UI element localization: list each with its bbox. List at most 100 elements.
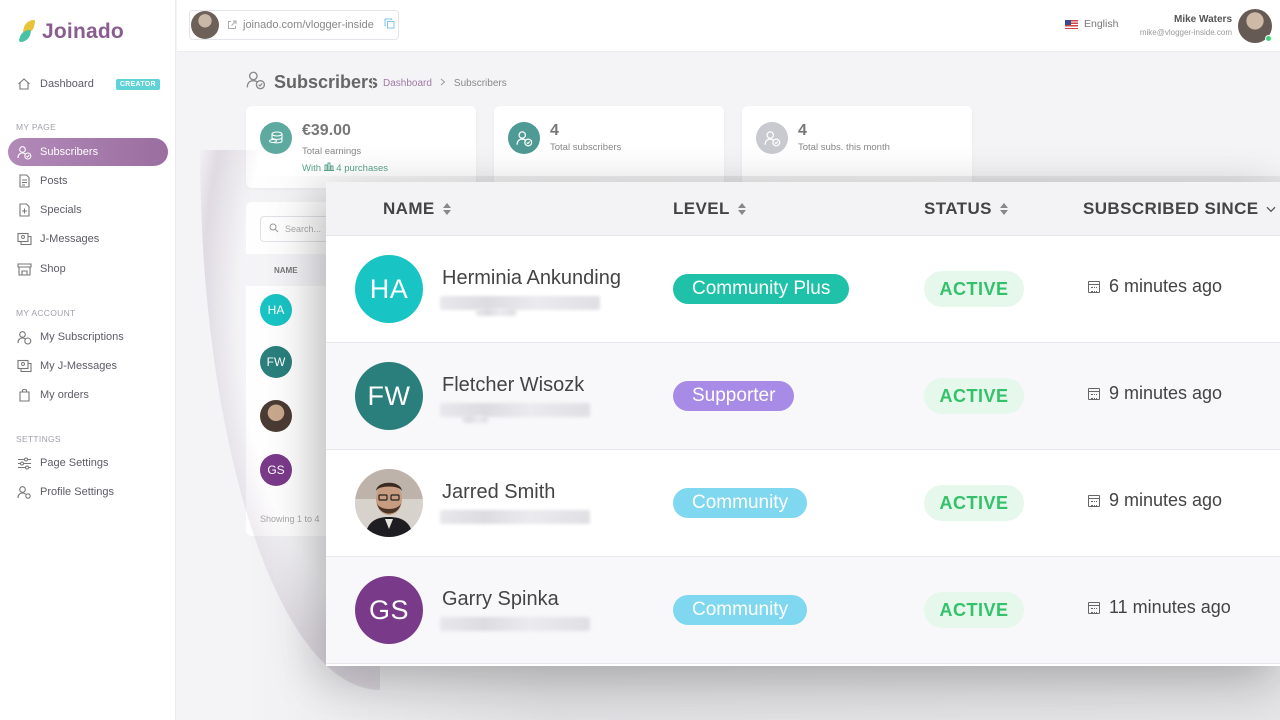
users-icon bbox=[756, 122, 788, 154]
table-row[interactable]: FW Fletcher Wisozk Supporter ACTIVE 9 mi… bbox=[326, 343, 1280, 450]
chevron-right-icon bbox=[440, 78, 446, 89]
avatar-photo bbox=[355, 469, 423, 537]
sidebar-item-label: J-Messages bbox=[40, 233, 100, 245]
breadcrumb-dashboard[interactable]: Dashboard bbox=[383, 78, 432, 89]
column-header-name[interactable]: NAME bbox=[383, 199, 451, 219]
section-my-page: MY PAGE bbox=[16, 122, 57, 132]
sidebar-item-posts[interactable]: Posts bbox=[8, 167, 168, 195]
sidebar-item-label: My orders bbox=[40, 389, 89, 401]
avatar: HA bbox=[260, 294, 292, 326]
status-badge: ACTIVE bbox=[924, 271, 1024, 307]
avatar: HA bbox=[355, 255, 423, 323]
avatar: GS bbox=[355, 576, 423, 644]
sidebar-item-my-subscriptions[interactable]: My Subscriptions bbox=[8, 323, 168, 351]
sort-desc-icon[interactable] bbox=[1266, 204, 1277, 214]
sidebar: Joinado Dashboard CREATOR MY PAGE Subscr… bbox=[0, 0, 176, 720]
sidebar-item-my-j-messages[interactable]: My J-Messages bbox=[8, 352, 168, 380]
sort-icon[interactable] bbox=[442, 203, 451, 215]
blurred-email-fragment bbox=[462, 415, 488, 423]
profile-settings-icon bbox=[16, 484, 32, 500]
subscribed-since: 6 minutes ago bbox=[1088, 276, 1222, 297]
table-row[interactable]: GS Garry Spinka Community ACTIVE 11 minu… bbox=[326, 557, 1280, 664]
shop-icon bbox=[16, 261, 32, 277]
sort-icon[interactable] bbox=[999, 203, 1008, 215]
calendar-icon bbox=[1088, 280, 1100, 293]
subscriber-name: Herminia Ankunding bbox=[442, 267, 621, 289]
sidebar-item-profile-settings[interactable]: Profile Settings bbox=[8, 478, 168, 506]
users-icon bbox=[246, 70, 266, 95]
search-placeholder: Search... bbox=[285, 224, 322, 234]
column-header-status[interactable]: STATUS bbox=[924, 199, 1008, 219]
copy-icon[interactable] bbox=[384, 18, 395, 32]
document-icon bbox=[16, 173, 32, 189]
subscriber-name: Jarred Smith bbox=[442, 481, 556, 503]
sidebar-item-subscribers[interactable]: Subscribers bbox=[8, 138, 168, 166]
stat-sub: With 4 purchases bbox=[302, 162, 388, 174]
subscriptions-icon bbox=[16, 329, 32, 345]
user-name: Mike Waters bbox=[1174, 14, 1232, 25]
sidebar-item-label: Shop bbox=[40, 263, 66, 275]
section-my-account: MY ACCOUNT bbox=[16, 308, 76, 318]
section-settings: SETTINGS bbox=[16, 434, 61, 444]
page-url-box[interactable]: joinado.com/vlogger-inside bbox=[189, 10, 399, 40]
sidebar-item-dashboard[interactable]: Dashboard CREATOR bbox=[8, 70, 168, 98]
breadcrumb: Dashboard Subscribers bbox=[372, 76, 507, 90]
subscribers-table-zoom: NAME LEVEL STATUS SUBSCRIBED SINCE HA He… bbox=[326, 182, 1280, 666]
page-url[interactable]: joinado.com/vlogger-inside bbox=[243, 19, 374, 31]
logo[interactable]: Joinado bbox=[18, 20, 124, 44]
coins-icon bbox=[260, 122, 292, 154]
sort-icon[interactable] bbox=[737, 203, 746, 215]
avatar bbox=[260, 400, 292, 432]
since-text: 9 minutes ago bbox=[1109, 490, 1223, 510]
stat-card-earnings: €39.00 Total earnings With 4 purchases bbox=[246, 106, 476, 188]
table-row[interactable]: HA Herminia Ankunding Community Plus ACT… bbox=[326, 236, 1280, 343]
calendar-icon bbox=[1088, 494, 1100, 507]
sidebar-item-page-settings[interactable]: Page Settings bbox=[8, 449, 168, 477]
table-row[interactable]: Jarred Smith Community ACTIVE 9 minutes … bbox=[326, 450, 1280, 557]
stat-sub-prefix: With bbox=[302, 163, 321, 174]
breadcrumb-current: Subscribers bbox=[453, 77, 507, 89]
blurred-email bbox=[440, 510, 590, 524]
stat-value: 4 bbox=[550, 122, 559, 139]
sidebar-item-shop[interactable]: Shop bbox=[8, 255, 168, 283]
home-icon bbox=[16, 76, 32, 92]
sidebar-item-my-orders[interactable]: My orders bbox=[8, 381, 168, 409]
logo-icon bbox=[18, 20, 36, 44]
column-header-subscribed-since[interactable]: SUBSCRIBED SINCE bbox=[1083, 199, 1277, 219]
column-label: SUBSCRIBED SINCE bbox=[1083, 199, 1259, 218]
sidebar-item-label: Profile Settings bbox=[40, 486, 114, 498]
column-label: NAME bbox=[383, 199, 435, 218]
stat-card-subs-this-month: 4 Total subs. this month bbox=[742, 106, 972, 188]
sidebar-item-j-messages[interactable]: J-Messages bbox=[8, 225, 168, 253]
user-email: mike@vlogger-inside.com bbox=[1139, 28, 1232, 37]
sidebar-item-label: Subscribers bbox=[40, 146, 99, 158]
subscribed-since: 11 minutes ago bbox=[1088, 597, 1231, 618]
bag-icon bbox=[16, 387, 32, 403]
column-header-level[interactable]: LEVEL bbox=[673, 199, 746, 219]
language-selector[interactable]: English bbox=[1065, 18, 1118, 30]
messages-icon bbox=[16, 358, 32, 374]
page-avatar bbox=[191, 11, 219, 39]
online-status-icon bbox=[1265, 35, 1272, 42]
special-icon bbox=[16, 202, 32, 218]
column-name[interactable]: NAME bbox=[274, 266, 298, 275]
column-label: STATUS bbox=[924, 199, 992, 218]
pagination-info: Showing 1 to 4 bbox=[260, 514, 320, 524]
user-info[interactable]: Mike Waters mike@vlogger-inside.com bbox=[1140, 14, 1232, 37]
since-text: 11 minutes ago bbox=[1109, 597, 1231, 617]
search-icon bbox=[269, 223, 279, 235]
level-badge: Supporter bbox=[673, 381, 795, 411]
external-link-icon[interactable] bbox=[227, 20, 237, 30]
level-badge: Community bbox=[673, 595, 808, 625]
users-icon bbox=[16, 144, 32, 160]
top-bar: joinado.com/vlogger-inside English Mike … bbox=[177, 0, 1280, 52]
sidebar-item-specials[interactable]: Specials bbox=[8, 196, 168, 224]
level-badge: Community Plus bbox=[673, 274, 850, 304]
subscriber-name: Garry Spinka bbox=[442, 588, 559, 610]
user-avatar[interactable] bbox=[1238, 9, 1272, 43]
stat-label: Total earnings bbox=[302, 146, 362, 157]
since-text: 9 minutes ago bbox=[1109, 383, 1223, 403]
purchases-link[interactable]: 4 purchases bbox=[336, 163, 388, 174]
sidebar-item-label: My J-Messages bbox=[40, 360, 118, 372]
logo-text: Joinado bbox=[42, 20, 124, 43]
